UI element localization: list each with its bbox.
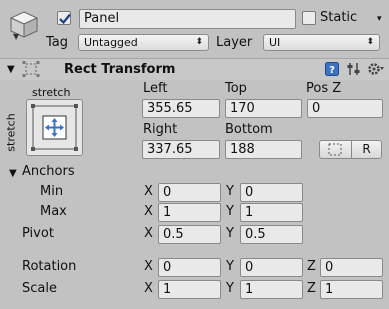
posz-input[interactable]: 0 — [307, 99, 383, 118]
object-name-input[interactable]: Panel — [79, 9, 296, 29]
anchors-foldout-icon[interactable]: ▼ — [9, 166, 17, 182]
blueprint-mode-button[interactable] — [319, 140, 352, 159]
pivot-x-input[interactable]: 0.5 — [158, 225, 221, 244]
scale-label: Scale — [22, 281, 57, 296]
tag-dropdown-value: Untagged — [84, 36, 138, 49]
raw-edit-button[interactable]: R — [351, 140, 382, 159]
anchors-max-y-input[interactable]: 1 — [240, 203, 303, 222]
static-checkbox[interactable] — [302, 11, 316, 25]
anchor-preset-side-text: stretch — [4, 113, 18, 152]
anchors-min-x-label: X — [144, 184, 153, 199]
preset-sliders-icon[interactable] — [347, 62, 361, 76]
layer-dropdown-value: UI — [269, 36, 281, 49]
rotation-x-input[interactable]: 0 — [158, 258, 221, 277]
scale-z-input[interactable]: 1 — [320, 280, 383, 299]
dropdown-arrow-icon: ⬍ — [366, 37, 374, 47]
layer-dropdown[interactable]: UI ⬍ — [263, 34, 380, 51]
svg-text:?: ? — [329, 65, 335, 76]
stretch-anchor-icon — [31, 104, 78, 151]
anchors-label[interactable]: Anchors — [22, 164, 75, 180]
anchors-min-y-label: Y — [226, 184, 234, 199]
top-label: Top — [225, 81, 247, 96]
rect-transform-icon — [21, 60, 41, 78]
help-book-icon[interactable]: ? — [325, 62, 339, 76]
gameobject-dropdown-arrow[interactable]: ▼ — [13, 32, 19, 41]
right-label: Right — [143, 122, 178, 137]
raw-edit-label: R — [362, 142, 371, 156]
anchors-max-label: Max — [40, 204, 67, 219]
anchors-min-y-input[interactable]: 0 — [240, 183, 303, 202]
checkmark-icon — [59, 13, 71, 25]
rotation-z-input[interactable]: 0 — [320, 258, 383, 277]
component-title: Rect Transform — [64, 62, 176, 77]
right-input[interactable]: 337.65 — [142, 140, 220, 159]
component-foldout-icon[interactable]: ▼ — [7, 62, 15, 78]
anchors-max-y-label: Y — [226, 204, 234, 219]
dropdown-arrow-icon: ⬍ — [195, 37, 203, 47]
anchors-min-x-input[interactable]: 0 — [158, 183, 221, 202]
rotation-label: Rotation — [22, 259, 77, 274]
pivot-x-label: X — [144, 226, 153, 241]
anchors-min-label: Min — [40, 184, 64, 199]
dotted-rect-icon — [328, 143, 342, 156]
left-label: Left — [143, 81, 168, 96]
pivot-y-label: Y — [226, 226, 234, 241]
anchor-preset-button[interactable] — [26, 99, 83, 156]
active-checkbox[interactable] — [57, 11, 71, 25]
scale-y-label: Y — [226, 281, 234, 296]
gear-icon[interactable] — [367, 61, 385, 77]
anchors-max-x-label: X — [144, 204, 153, 219]
anchors-max-x-input[interactable]: 1 — [158, 203, 221, 222]
static-dropdown-arrow[interactable]: ▾ — [377, 11, 382, 27]
tag-label: Tag — [46, 35, 69, 50]
bottom-label: Bottom — [225, 122, 273, 137]
scale-x-input[interactable]: 1 — [158, 280, 221, 299]
scale-z-label: Z — [307, 281, 316, 296]
posz-label: Pos Z — [306, 81, 342, 96]
scale-x-label: X — [144, 281, 153, 296]
pivot-y-input[interactable]: 0.5 — [240, 225, 303, 244]
rotation-y-input[interactable]: 0 — [240, 258, 303, 277]
scale-y-input[interactable]: 1 — [240, 280, 303, 299]
rotation-y-label: Y — [226, 259, 234, 274]
rotation-z-label: Z — [307, 259, 316, 274]
pivot-label: Pivot — [22, 226, 54, 241]
left-input[interactable]: 355.65 — [142, 99, 220, 118]
rotation-x-label: X — [144, 259, 153, 274]
tag-dropdown[interactable]: Untagged ⬍ — [78, 34, 209, 51]
gameobject-icon — [6, 6, 42, 42]
anchor-preset-side-label: stretch — [4, 113, 18, 151]
top-input[interactable]: 170 — [225, 99, 302, 118]
layer-label: Layer — [216, 35, 253, 50]
bottom-input[interactable]: 188 — [225, 140, 302, 159]
static-label: Static — [320, 10, 358, 25]
